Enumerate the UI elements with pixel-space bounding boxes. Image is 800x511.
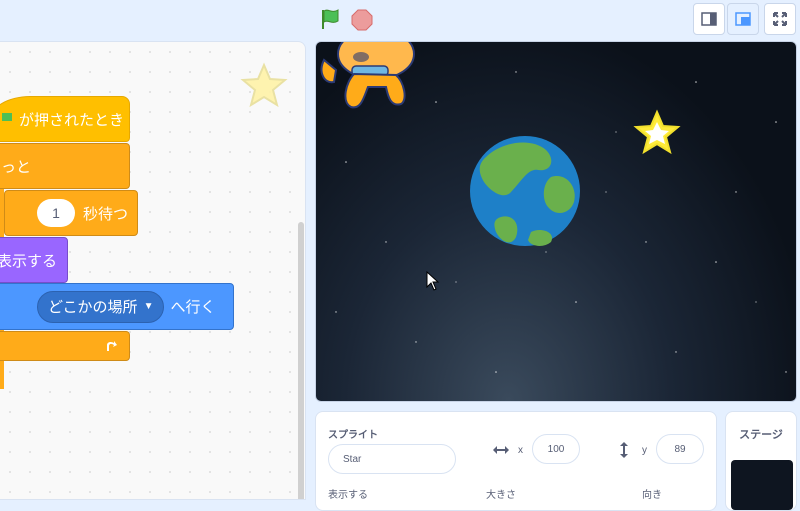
sprite-label: スプライト [328,430,378,441]
loop-arrow-icon [107,341,117,351]
sprite-star-icon [240,62,288,108]
fullscreen-button[interactable] [764,3,796,35]
show-label: 表示する [0,252,58,270]
code-area[interactable]: が押されたとき っと 1 秒待つ 表示する どこかの場所 ▼ へ行く [0,41,306,500]
normal-stage-button[interactable] [727,3,759,35]
stage-panel-title: ステージ [739,429,783,441]
y-input[interactable]: 89 [656,434,704,464]
code-scrollbar[interactable] [298,222,304,499]
show-block[interactable]: 表示する [0,237,68,283]
fullscreen-icon [773,12,787,26]
small-stage-icon [701,12,717,26]
x-label: x [518,445,523,456]
direction-label: 向き [642,490,662,501]
cat-sprite[interactable] [320,42,415,109]
stop-icon[interactable] [350,8,374,32]
star-sprite[interactable] [633,109,681,155]
normal-stage-icon [735,12,751,26]
stage-canvas [320,42,787,373]
green-flag-icon [2,113,12,121]
forever-block[interactable]: っと [0,143,130,189]
chevron-down-icon: ▼ [143,301,154,312]
go-to-block[interactable]: どこかの場所 ▼ へ行く [0,283,234,330]
when-flag-clicked-label: が押されたとき [19,111,125,129]
when-flag-clicked-block[interactable]: が押されたとき [0,96,130,142]
small-stage-button[interactable] [693,3,725,35]
forever-block-bottom [0,331,130,361]
stage[interactable] [315,41,797,402]
mouse-cursor-icon [426,271,440,291]
show-label: 表示する [328,490,368,501]
wait-label: 秒待つ [83,205,129,223]
forever-label: っと [1,158,32,176]
x-input[interactable]: 100 [532,434,580,464]
go-to-target-dropdown[interactable]: どこかの場所 ▼ [37,290,165,323]
earth-sprite[interactable] [470,136,580,246]
go-to-target-label: どこかの場所 [48,299,138,316]
size-label: 大きさ [486,490,516,501]
stage-panel[interactable]: ステージ [725,411,797,511]
y-label: y [642,445,647,456]
green-flag-icon[interactable] [318,7,344,31]
horizontal-arrows-icon [493,446,509,454]
go-to-label: へ行く [170,299,216,316]
wait-block[interactable]: 1 秒待つ [4,190,138,236]
wait-seconds-input[interactable]: 1 [37,199,75,227]
vertical-arrows-icon [620,442,628,458]
sprite-info-panel: スプライト Star x 100 y 89 表示する 大きさ 向き [315,411,717,511]
top-bar [0,0,800,40]
sprite-name-input[interactable]: Star [328,444,456,474]
stage-thumbnail[interactable] [731,460,793,510]
